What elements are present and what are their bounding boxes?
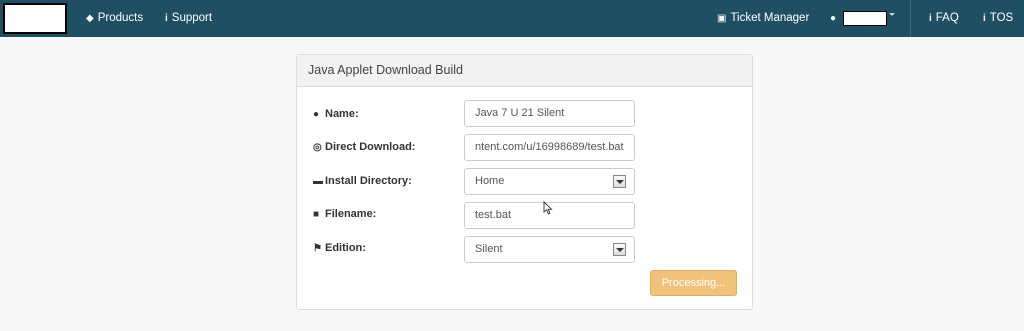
panel-title: Java Applet Download Build bbox=[297, 55, 752, 87]
mouse-cursor-icon bbox=[543, 201, 553, 215]
edition-value: Silent bbox=[475, 243, 503, 255]
install-directory-select[interactable]: Home bbox=[464, 168, 635, 195]
nav-ticket-manager-label: Ticket Manager bbox=[730, 12, 810, 24]
username-redacted[interactable] bbox=[843, 11, 887, 26]
install-directory-label-text: Install Directory: bbox=[325, 175, 412, 187]
top-navbar: ◆ Products i Support ▣ Ticket Manager ● i FA… bbox=[0, 0, 1024, 37]
processing-button[interactable]: Processing... bbox=[650, 270, 737, 296]
edition-label: ⚑ Edition: bbox=[313, 242, 366, 254]
nav-tos[interactable]: i TOS bbox=[983, 0, 1013, 37]
nav-divider bbox=[910, 0, 911, 37]
nav-tos-label: TOS bbox=[989, 12, 1014, 24]
install-directory-value: Home bbox=[475, 175, 505, 187]
tag-icon: ◆ bbox=[86, 13, 94, 24]
name-field[interactable]: Java 7 U 21 Silent bbox=[464, 100, 635, 127]
brand-logo[interactable] bbox=[3, 3, 67, 34]
filename-label: ■ Filename: bbox=[313, 208, 376, 220]
filename-label-text: Filename: bbox=[325, 208, 377, 220]
nav-user[interactable]: ● bbox=[830, 0, 840, 37]
file-icon: ■ bbox=[313, 209, 320, 220]
nav-products[interactable]: ◆ Products bbox=[86, 0, 143, 37]
globe-icon: ◎ bbox=[313, 142, 322, 153]
direct-download-label-text: Direct Download: bbox=[325, 141, 416, 153]
direct-download-field[interactable]: ntent.com/u/16998689/test.bat bbox=[464, 134, 635, 161]
download-build-panel: Java Applet Download Build ● Name: Java 7… bbox=[296, 54, 753, 310]
info-icon: i bbox=[929, 13, 932, 24]
nav-faq[interactable]: i FAQ bbox=[929, 0, 959, 37]
nav-ticket-manager[interactable]: ▣ Ticket Manager bbox=[717, 0, 809, 37]
user-icon: ● bbox=[830, 13, 837, 24]
info-icon: i bbox=[165, 13, 168, 24]
user-icon: ● bbox=[313, 109, 320, 120]
folder-open-icon: ▬ bbox=[313, 176, 323, 187]
nav-support-label: Support bbox=[171, 12, 213, 24]
nav-faq-label: FAQ bbox=[935, 12, 959, 24]
info-icon: i bbox=[983, 13, 986, 24]
install-directory-label: ▬ Install Directory: bbox=[313, 175, 412, 187]
flag-icon: ⚑ bbox=[313, 243, 322, 254]
name-label: ● Name: bbox=[313, 108, 359, 120]
direct-download-label: ◎ Direct Download: bbox=[313, 141, 415, 153]
name-label-text: Name: bbox=[325, 108, 359, 120]
chevron-down-icon[interactable] bbox=[889, 13, 895, 16]
nav-support[interactable]: i Support bbox=[165, 0, 212, 37]
edition-label-text: Edition: bbox=[325, 242, 366, 254]
dropdown-arrow-icon[interactable] bbox=[613, 243, 626, 256]
nav-products-label: Products bbox=[97, 12, 144, 24]
dropdown-arrow-icon[interactable] bbox=[613, 175, 626, 188]
truck-icon: ▣ bbox=[717, 13, 727, 24]
edition-select[interactable]: Silent bbox=[464, 236, 635, 263]
